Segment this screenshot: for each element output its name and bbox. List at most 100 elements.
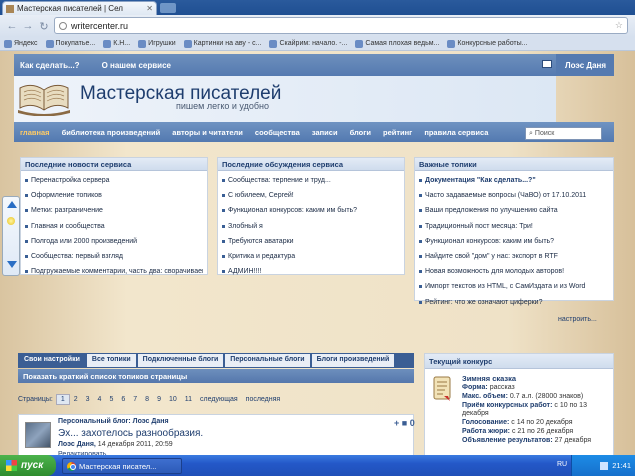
main-nav: главная библиотека произведений авторы и… bbox=[14, 122, 614, 142]
chrome-icon bbox=[67, 461, 76, 471]
last-page-link[interactable]: последняя bbox=[242, 395, 285, 404]
page-link[interactable]: 4 bbox=[94, 395, 106, 404]
language-indicator[interactable]: RU bbox=[557, 461, 567, 468]
contest-header: Текущий конкурс bbox=[425, 354, 613, 369]
list-item[interactable]: Функционал конкурсов: каким им быть? bbox=[419, 234, 609, 249]
page-link[interactable]: 8 bbox=[141, 395, 153, 404]
configure-link[interactable]: настроить... bbox=[558, 316, 597, 323]
list-item[interactable]: Требуются аватарки bbox=[222, 234, 400, 249]
bookmark-item[interactable]: Картинки на аву - с... bbox=[183, 39, 261, 48]
list-item[interactable]: Новая возможность для молодых авторов! bbox=[419, 264, 609, 279]
bookmark-item[interactable]: Яндекс bbox=[4, 39, 38, 48]
post-meta: Лоэс Даня, 14 декабря 2011, 20:59 bbox=[58, 441, 173, 448]
star-icon[interactable]: ☆ bbox=[615, 20, 623, 31]
taskbar-browser-item[interactable]: Мастерская писател... bbox=[62, 458, 182, 474]
back-arrow-icon[interactable]: ← bbox=[4, 18, 20, 34]
post-vote-controls[interactable]: + ■ 0 bbox=[394, 418, 415, 428]
user-name-link[interactable]: Лоэс Даня bbox=[565, 61, 606, 70]
new-tab-button[interactable] bbox=[160, 3, 176, 13]
list-item[interactable]: Метки: разграничение bbox=[25, 203, 203, 218]
site-tagline: пишем легко и удобно bbox=[176, 101, 270, 111]
tab-connected-blogs[interactable]: Подключенные блоги bbox=[137, 354, 224, 367]
page-link[interactable]: 10 bbox=[165, 395, 181, 404]
bookmarks-bar: Яндекс Покупатье... К.Н... Игрушки Карти… bbox=[0, 37, 635, 51]
list-item[interactable]: Функционал конкурсов: каким им быть? bbox=[222, 203, 400, 218]
page-link[interactable]: 7 bbox=[129, 395, 141, 404]
clock[interactable]: 21:41 bbox=[612, 461, 631, 470]
post-author[interactable]: Лоэс Даня, bbox=[58, 441, 96, 448]
list-item[interactable]: Рейтинг: что же означают циферки? bbox=[419, 295, 609, 310]
nav-communities[interactable]: сообщества bbox=[255, 128, 300, 137]
list-item[interactable]: Часто задаваемые вопросы (ЧаВО) от 17.10… bbox=[419, 188, 609, 203]
contest-name[interactable]: Зимняя сказка bbox=[462, 374, 516, 383]
page-link[interactable]: 2 bbox=[70, 395, 82, 404]
nav-authors[interactable]: авторы и читатели bbox=[172, 128, 243, 137]
tab-own-settings[interactable]: Свои настройки bbox=[19, 354, 85, 367]
bookmark-item[interactable]: Покупатье... bbox=[45, 39, 95, 48]
list-item[interactable]: Документация "Как сделать...?" bbox=[419, 173, 609, 188]
post-blog-name[interactable]: Персональный блог: Лоэс Даня bbox=[58, 418, 169, 425]
search-input[interactable]: ⌕ Поиск bbox=[525, 127, 602, 140]
scroll-up-icon[interactable] bbox=[7, 201, 17, 208]
list-item[interactable]: Сообщества: терпение и труд... bbox=[222, 173, 400, 188]
network-icon[interactable] bbox=[600, 461, 609, 470]
how-to-link[interactable]: Как сделать...? bbox=[20, 61, 80, 70]
contest-detail: Форма: рассказ bbox=[462, 384, 515, 391]
list-item[interactable]: Главная и сообщества bbox=[25, 219, 203, 234]
tab-all-topics[interactable]: Все топики bbox=[86, 354, 136, 367]
tab-work-blogs[interactable]: Блоги произведений bbox=[311, 354, 395, 367]
bookmark-item[interactable]: Игрушки bbox=[138, 39, 176, 48]
reload-icon[interactable]: ↻ bbox=[36, 18, 52, 34]
post-title[interactable]: Эх... захотелось разнообразия. bbox=[58, 428, 203, 439]
list-item[interactable]: Ваши предложения по улучшению сайта bbox=[419, 203, 609, 218]
nav-home[interactable]: главная bbox=[20, 128, 50, 137]
list-item[interactable]: Злобный я bbox=[222, 219, 400, 234]
bookmark-item[interactable]: К.Н... bbox=[103, 39, 130, 48]
page-link[interactable]: 3 bbox=[82, 395, 94, 404]
address-bar[interactable]: writercenter.ru ☆ bbox=[54, 17, 628, 34]
mail-icon[interactable] bbox=[542, 60, 552, 68]
page-link[interactable]: 6 bbox=[117, 395, 129, 404]
start-button[interactable]: пуск bbox=[0, 455, 56, 476]
globe-icon bbox=[59, 21, 67, 30]
lightbulb-icon[interactable] bbox=[7, 217, 15, 225]
browser-tab[interactable]: Мастерская писателей | Сел ✕ bbox=[2, 1, 157, 15]
page-link[interactable]: 1 bbox=[55, 393, 70, 405]
list-item[interactable]: Критика и редактура bbox=[222, 249, 400, 264]
close-tab-icon[interactable]: ✕ bbox=[146, 4, 153, 13]
bookmark-item[interactable]: Самая плохая ведьм... bbox=[355, 39, 439, 48]
about-link[interactable]: О нашем сервисе bbox=[102, 61, 171, 70]
page-link[interactable]: 11 bbox=[181, 395, 196, 404]
bookmark-item[interactable]: Конкурсные работы... bbox=[447, 39, 528, 48]
tab-personal-blogs[interactable]: Персональные блоги bbox=[225, 354, 310, 367]
nav-library[interactable]: библиотека произведений bbox=[62, 128, 161, 137]
list-item[interactable]: АДМИН!!!! bbox=[222, 264, 400, 279]
list-item[interactable]: Перенастройка сервера bbox=[25, 173, 203, 188]
avatar[interactable] bbox=[25, 422, 51, 448]
list-item[interactable]: С юбилеем, Сергей! bbox=[222, 188, 400, 203]
list-item[interactable]: Найдите свой "дом" у нас: экспорт в RTF bbox=[419, 249, 609, 264]
scroll-down-icon[interactable] bbox=[7, 261, 17, 268]
forward-arrow-icon[interactable]: → bbox=[20, 18, 36, 34]
nav-blogs[interactable]: блоги bbox=[350, 128, 371, 137]
list-item[interactable]: Подгружаемые комментарии, часть два: сво… bbox=[25, 264, 203, 279]
bookmark-item[interactable]: Скайрим: начало. -... bbox=[269, 39, 347, 48]
nav-rules[interactable]: правила сервиса bbox=[424, 128, 488, 137]
contest-detail: Голосование: с 14 по 20 декабря bbox=[462, 419, 573, 426]
url-text: writercenter.ru bbox=[71, 20, 129, 31]
list-item[interactable]: Традиционный пост месяца: Три! bbox=[419, 219, 609, 234]
list-item[interactable]: Импорт текстов из HTML, с СамИздата и из… bbox=[419, 279, 609, 294]
nav-rating[interactable]: рейтинг bbox=[383, 128, 412, 137]
pagination-label: Страницы: bbox=[18, 395, 53, 403]
brief-list-button[interactable]: Показать краткий список топиков страницы bbox=[18, 369, 414, 383]
important-topics-header: Важные топики bbox=[415, 158, 613, 171]
page-link[interactable]: 9 bbox=[153, 395, 165, 404]
page-link[interactable]: 5 bbox=[105, 395, 117, 404]
next-page-link[interactable]: следующая bbox=[196, 395, 242, 404]
list-item[interactable]: Сообщества: первый взгляд bbox=[25, 249, 203, 264]
list-item[interactable]: Полгода или 2000 произведений bbox=[25, 234, 203, 249]
list-item[interactable]: Оформление топиков bbox=[25, 188, 203, 203]
open-book-logo[interactable] bbox=[16, 80, 72, 116]
start-label: пуск bbox=[21, 460, 44, 471]
nav-posts[interactable]: записи bbox=[312, 128, 338, 137]
